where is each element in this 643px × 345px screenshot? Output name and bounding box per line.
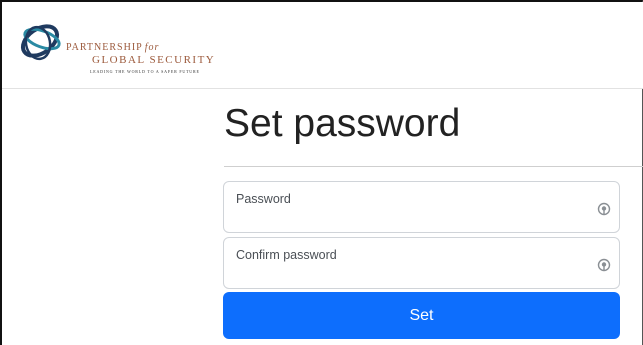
confirm-password-input[interactable]: [236, 264, 576, 284]
logo-name-for: for: [144, 42, 160, 53]
reveal-eye-icon[interactable]: [597, 258, 611, 272]
logo-name-line1: PARTNERSHIP for: [66, 42, 159, 53]
set-button[interactable]: Set: [223, 292, 620, 339]
password-field[interactable]: Password: [223, 181, 620, 233]
reveal-eye-icon[interactable]: [597, 202, 611, 216]
logo-name-partnership: PARTNERSHIP: [66, 42, 143, 53]
confirm-password-field[interactable]: Confirm password: [223, 237, 620, 289]
password-input[interactable]: [236, 208, 576, 228]
password-label: Password: [236, 192, 291, 206]
site-header: PARTNERSHIP for GLOBAL SECURITY LEADING T…: [2, 2, 643, 89]
title-divider: [224, 166, 643, 167]
organization-logo[interactable]: PARTNERSHIP for GLOBAL SECURITY LEADING T…: [18, 16, 238, 78]
logo-tagline: LEADING THE WORLD TO A SAFER FUTURE: [90, 69, 200, 74]
globe-orbit-icon: [20, 24, 61, 61]
logo-name-line2: GLOBAL SECURITY: [92, 54, 216, 66]
page-title: Set password: [224, 102, 461, 145]
confirm-password-label: Confirm password: [236, 248, 337, 262]
